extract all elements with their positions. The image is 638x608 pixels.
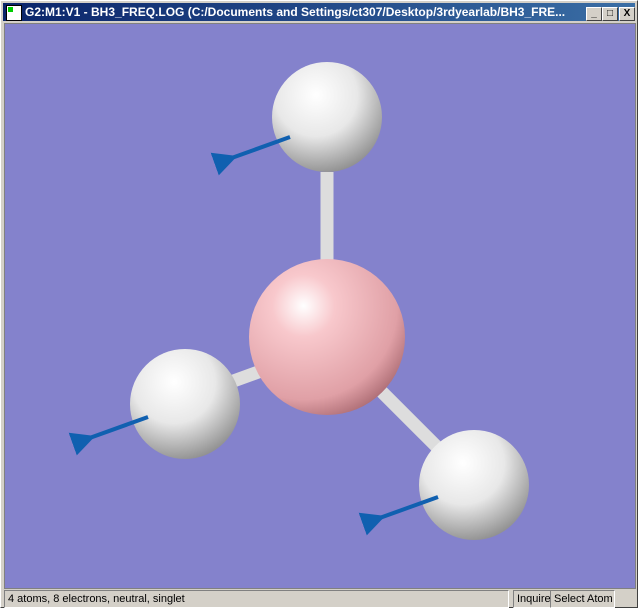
status-info: 4 atoms, 8 electrons, neutral, singlet <box>4 590 509 608</box>
minimize-button[interactable]: _ <box>586 7 602 21</box>
atom-h2[interactable] <box>130 349 240 459</box>
app-icon <box>6 5 22 21</box>
title-bar[interactable]: G2:M1:V1 - BH3_FREQ.LOG (C:/Documents an… <box>3 3 635 21</box>
maximize-button[interactable]: □ <box>602 7 618 21</box>
status-mode: Inquire <box>513 590 551 608</box>
atom-h3[interactable] <box>419 430 529 540</box>
bond-b-h3[interactable] <box>377 387 447 457</box>
atom-b[interactable] <box>249 259 405 415</box>
displacement-vector-h1 <box>210 135 291 176</box>
status-action: Select Atom 1 <box>550 590 615 608</box>
molecule-window: G2:M1:V1 - BH3_FREQ.LOG (C:/Documents an… <box>0 0 638 608</box>
atom-h1[interactable] <box>272 62 382 172</box>
window-title: G2:M1:V1 - BH3_FREQ.LOG (C:/Documents an… <box>25 5 566 19</box>
molecule-viewport[interactable] <box>4 23 636 589</box>
close-button[interactable]: X <box>619 7 635 21</box>
